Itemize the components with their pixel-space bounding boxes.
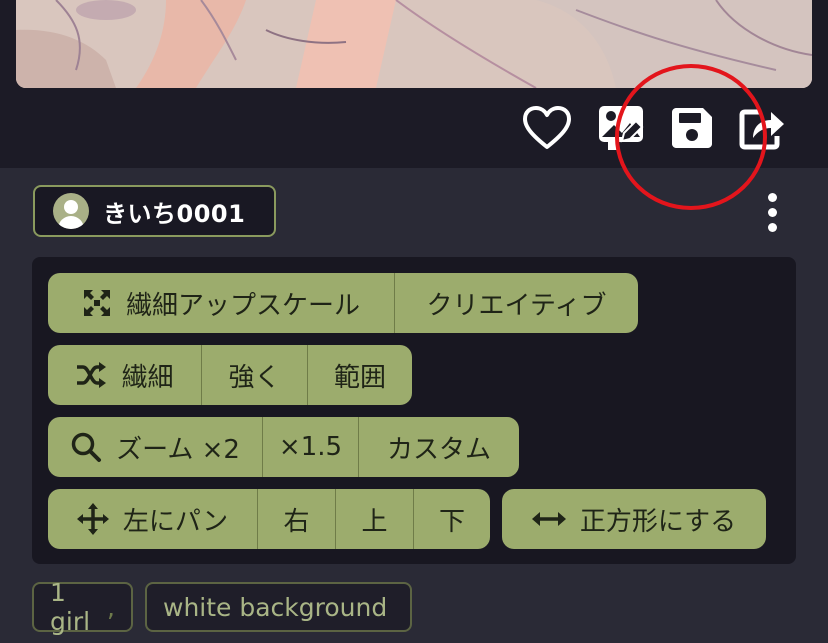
action-panel: 繊細アップスケール クリエイティブ 繊細 強く 範囲 ズーム ×2 ×1.5 カ… [32,257,796,564]
zoom-2x-label: ズーム ×2 [116,434,240,465]
variation-group: 繊細 強く 範囲 [48,345,412,405]
tag-white-background[interactable]: white background [145,582,412,632]
pan-right-button[interactable]: 右 [257,489,335,549]
upscale-group: 繊細アップスケール クリエイティブ [48,273,638,333]
region-variation-button[interactable]: 範囲 [307,345,412,405]
subtle-variation-label: 繊細 [121,362,174,393]
share-icon [739,109,784,150]
pan-left-label: 左にパン [122,506,229,537]
pan-left-button[interactable]: 左にパン [48,489,257,549]
image-action-bar [0,88,828,168]
make-square-button[interactable]: 正方形にする [502,489,766,549]
creative-upscale-label: クリエイティブ [426,290,607,321]
tag-1-girl[interactable]: 1 girl, [32,578,133,636]
arrows-horizontal-icon [531,512,566,526]
author-chip[interactable]: きいち0001 [33,185,276,237]
author-name: きいち0001 [103,199,246,228]
region-variation-label: 範囲 [333,362,386,393]
tag-label: 1 girl [50,578,91,636]
subtle-upscale-label: 繊細アップスケール [125,290,360,321]
tag-separator: , [107,592,115,622]
tag-label: white background [163,592,388,622]
subtle-variation-button[interactable]: 繊細 [48,345,201,405]
subtle-upscale-button[interactable]: 繊細アップスケール [48,273,394,333]
post-card: きいち0001 繊細アップスケール クリエイティブ 繊細 強く 範囲 ズーム ×… [0,168,828,643]
search-icon [71,432,102,462]
zoom-custom-label: カスタム [386,434,491,465]
edit-image-button[interactable] [595,102,647,154]
save-icon [672,108,712,148]
shuffle-icon [77,362,107,388]
save-button[interactable] [666,102,718,154]
user-avatar-icon [53,193,89,229]
heart-icon [523,106,571,149]
share-button[interactable] [736,102,788,154]
pan-group: 左にパン 右 上 下 [48,489,490,549]
pan-down-label: 下 [438,506,465,537]
expand-icon [83,290,110,316]
strong-variation-label: 強く [228,362,281,393]
make-square-label: 正方形にする [579,506,737,537]
move-icon [76,503,109,535]
pan-right-label: 右 [283,506,310,537]
pan-up-button[interactable]: 上 [335,489,413,549]
pan-down-button[interactable]: 下 [413,489,490,549]
pan-up-label: 上 [361,506,388,537]
zoom-2x-button[interactable]: ズーム ×2 [48,417,262,477]
zoom-1-5x-button[interactable]: ×1.5 [262,417,358,477]
make-square-segment[interactable]: 正方形にする [502,489,766,549]
like-button[interactable] [521,102,573,154]
zoom-group: ズーム ×2 ×1.5 カスタム [48,417,519,477]
zoom-custom-button[interactable]: カスタム [358,417,519,477]
zoom-1-5x-label: ×1.5 [278,432,343,462]
more-vertical-icon[interactable] [756,190,788,234]
image-edit-icon [599,106,644,150]
strong-variation-button[interactable]: 強く [201,345,307,405]
generated-image[interactable] [16,0,812,88]
creative-upscale-button[interactable]: クリエイティブ [394,273,638,333]
